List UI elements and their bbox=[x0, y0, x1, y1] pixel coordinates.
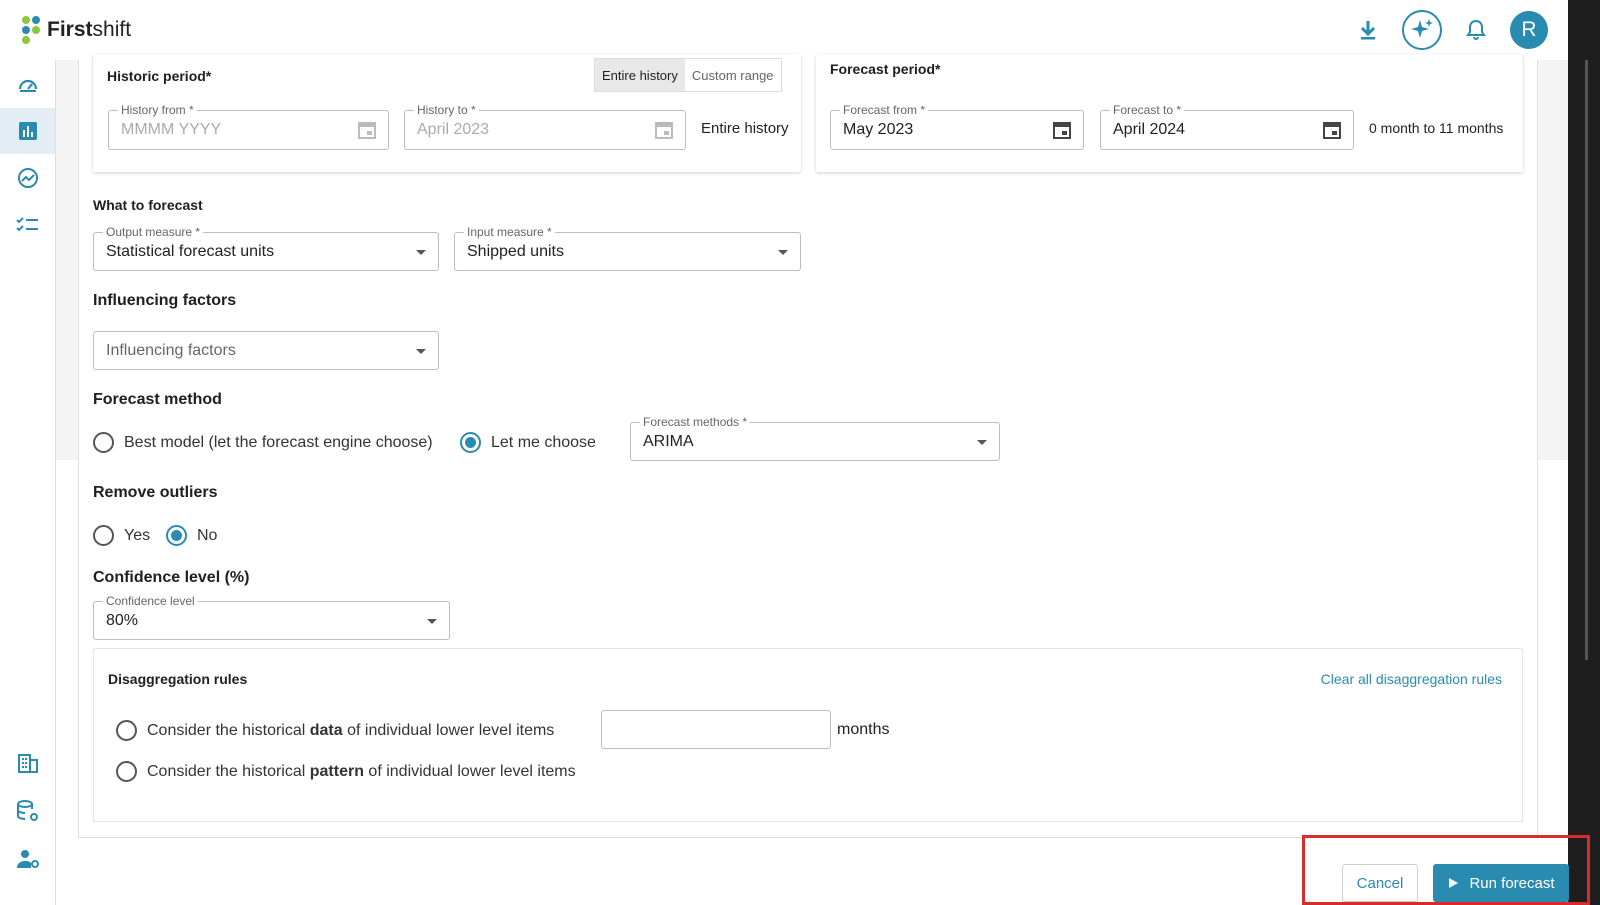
history-to-value: April 2023 bbox=[417, 121, 490, 138]
confidence-level-label: Confidence level bbox=[103, 594, 198, 608]
chevron-down-icon bbox=[977, 439, 987, 445]
radio-circle[interactable] bbox=[116, 720, 137, 741]
dashboard-icon[interactable] bbox=[0, 62, 55, 108]
play-icon bbox=[1449, 878, 1459, 888]
influencing-factors-title: Influencing factors bbox=[93, 292, 237, 309]
radio-circle[interactable] bbox=[116, 761, 137, 782]
output-measure-select[interactable]: Output measure * Statistical forecast un… bbox=[93, 225, 439, 271]
confidence-level-select[interactable]: Confidence level 80% bbox=[93, 594, 450, 640]
chevron-down-icon bbox=[416, 348, 426, 354]
window-scrollbar-thumb[interactable] bbox=[1585, 60, 1588, 660]
forecast-period-title: Forecast period* bbox=[830, 61, 941, 77]
radio-rule-data[interactable]: Consider the historical data of individu… bbox=[116, 720, 554, 741]
confidence-level-title: Confidence level (%) bbox=[93, 569, 250, 586]
forecast-to-value: April 2024 bbox=[1113, 121, 1186, 138]
chevron-down-icon bbox=[427, 618, 437, 624]
forecast-methods-value: ARIMA bbox=[643, 432, 694, 450]
chevron-down-icon bbox=[778, 249, 788, 255]
radio-rule-pattern[interactable]: Consider the historical pattern of indiv… bbox=[116, 761, 576, 782]
checklist-icon[interactable] bbox=[0, 202, 55, 248]
history-mode-toggle: Entire history Custom range bbox=[594, 58, 782, 92]
history-to-label: History to * bbox=[414, 103, 479, 117]
forecast-from-label: Forecast from * bbox=[840, 103, 929, 117]
trend-icon[interactable] bbox=[0, 155, 55, 201]
bell-icon[interactable] bbox=[1456, 10, 1496, 50]
months-input[interactable] bbox=[601, 710, 831, 749]
run-forecast-button[interactable]: Run forecast bbox=[1433, 864, 1569, 902]
segment-entire-history[interactable]: Entire history bbox=[595, 59, 685, 91]
historic-period-title: Historic period* bbox=[107, 68, 212, 84]
download-icon[interactable] bbox=[1348, 10, 1388, 50]
top-bar: Firstshift R bbox=[0, 0, 1568, 60]
radio-let-me-choose-label: Let me choose bbox=[491, 433, 596, 451]
forecast-period-card: Forecast period* Forecast from * May 202… bbox=[816, 54, 1523, 172]
forecast-to-label: Forecast to * bbox=[1110, 103, 1185, 117]
forecast-methods-select[interactable]: Forecast methods * ARIMA bbox=[630, 415, 1000, 461]
radio-best-model[interactable]: Best model (let the forecast engine choo… bbox=[93, 432, 433, 453]
forecast-methods-label: Forecast methods * bbox=[640, 415, 751, 429]
clear-disaggregation-link[interactable]: Clear all disaggregation rules bbox=[1321, 671, 1502, 687]
rule-pattern-post: of individual lower level items bbox=[363, 762, 576, 780]
history-to-field[interactable]: History to * April 2023 bbox=[404, 103, 686, 150]
disaggregation-title: Disaggregation rules bbox=[108, 671, 248, 687]
run-forecast-label: Run forecast bbox=[1469, 874, 1555, 892]
months-unit-label: months bbox=[837, 721, 890, 738]
disaggregation-card: Disaggregation rules Clear all disaggreg… bbox=[93, 648, 1523, 822]
radio-circle[interactable] bbox=[93, 432, 114, 453]
sidebar bbox=[0, 60, 56, 905]
rule-data-post: of individual lower level items bbox=[342, 721, 555, 739]
segment-custom-range[interactable]: Custom range bbox=[685, 59, 781, 91]
influencing-factors-select[interactable]: Influencing factors bbox=[93, 331, 439, 370]
influencing-factors-placeholder: Influencing factors bbox=[106, 341, 236, 359]
output-measure-value: Statistical forecast units bbox=[106, 242, 275, 260]
history-from-label: History from * bbox=[118, 103, 197, 117]
calendar-icon[interactable] bbox=[1321, 119, 1343, 141]
radio-outliers-yes[interactable]: Yes bbox=[93, 525, 150, 546]
bar-chart-icon[interactable] bbox=[0, 108, 55, 154]
forecast-to-field[interactable]: Forecast to * April 2024 bbox=[1100, 103, 1354, 150]
radio-circle[interactable] bbox=[166, 525, 187, 546]
rule-pattern-pre: Consider the historical bbox=[147, 762, 310, 780]
calendar-icon[interactable] bbox=[356, 119, 378, 141]
radio-circle[interactable] bbox=[460, 432, 481, 453]
input-measure-value: Shipped units bbox=[467, 242, 564, 260]
ai-sparkle-icon[interactable] bbox=[1402, 10, 1442, 50]
building-icon[interactable] bbox=[0, 740, 55, 786]
input-measure-select[interactable]: Input measure * Shipped units bbox=[454, 225, 801, 271]
calendar-icon[interactable] bbox=[1051, 119, 1073, 141]
what-to-forecast-title: What to forecast bbox=[93, 197, 203, 213]
radio-outliers-yes-label: Yes bbox=[124, 526, 151, 544]
rule-pattern-bold: pattern bbox=[309, 762, 364, 780]
radio-circle[interactable] bbox=[93, 525, 114, 546]
output-measure-label: Output measure * bbox=[103, 225, 204, 239]
history-from-field[interactable]: History from * MMMM YYYY bbox=[108, 103, 389, 150]
cancel-button[interactable]: Cancel bbox=[1342, 864, 1418, 902]
forecast-method-title: Forecast method bbox=[93, 391, 222, 408]
radio-outliers-no[interactable]: No bbox=[166, 525, 217, 546]
logo-mark-icon bbox=[20, 14, 44, 46]
radio-let-me-choose[interactable]: Let me choose bbox=[460, 432, 596, 453]
remove-outliers-title: Remove outliers bbox=[93, 484, 218, 501]
logo-text-bold: First bbox=[47, 18, 93, 41]
confidence-level-value: 80% bbox=[106, 611, 139, 629]
radio-best-model-label: Best model (let the forecast engine choo… bbox=[124, 433, 433, 451]
history-from-placeholder: MMMM YYYY bbox=[121, 121, 222, 138]
historic-period-card: Historic period* Entire history Custom r… bbox=[93, 54, 801, 172]
forecast-from-field[interactable]: Forecast from * May 2023 bbox=[830, 103, 1084, 150]
database-settings-icon[interactable] bbox=[0, 788, 55, 834]
forecast-from-value: May 2023 bbox=[843, 121, 914, 138]
avatar[interactable]: R bbox=[1510, 11, 1548, 49]
rule-data-pre: Consider the historical bbox=[147, 721, 310, 739]
user-settings-icon[interactable] bbox=[0, 836, 55, 882]
firstshift-logo[interactable]: Firstshift bbox=[20, 14, 131, 46]
history-summary: Entire history bbox=[701, 120, 789, 137]
calendar-icon[interactable] bbox=[653, 119, 675, 141]
radio-outliers-no-label: No bbox=[197, 526, 218, 544]
logo-text-rest: shift bbox=[92, 18, 132, 41]
input-measure-label: Input measure * bbox=[464, 225, 555, 239]
window-scrollbar-track bbox=[1568, 0, 1600, 905]
chevron-down-icon bbox=[416, 249, 426, 255]
forecast-period-summary: 0 month to 11 months bbox=[1369, 120, 1504, 136]
rule-data-bold: data bbox=[309, 721, 343, 739]
